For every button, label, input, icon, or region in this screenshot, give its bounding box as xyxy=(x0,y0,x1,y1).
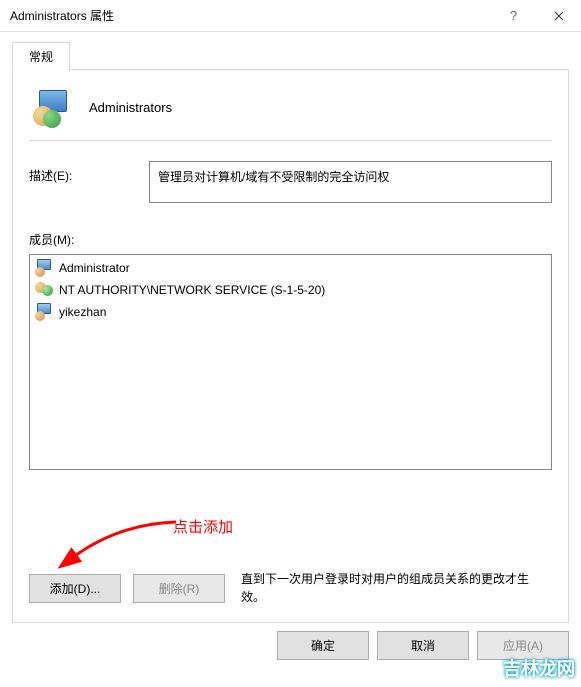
description-row: 描述(E): 管理员对计算机/域有不受限制的完全访问权 xyxy=(29,161,552,203)
members-label: 成员(M): xyxy=(29,231,552,248)
add-button[interactable]: 添加(D)... xyxy=(29,574,121,603)
apply-button[interactable]: 应用(A) xyxy=(477,631,569,660)
member-buttons-row: 添加(D)... 删除(R) 直到下一次用户登录时对用户的组成员关系的更改才生效… xyxy=(29,570,552,606)
annotation-arrow-icon xyxy=(58,514,188,574)
annotation-text: 点击添加 xyxy=(173,516,233,537)
titlebar: Administrators 属性 ? xyxy=(0,0,581,32)
remove-button[interactable]: 删除(R) xyxy=(133,574,225,603)
window-title: Administrators 属性 xyxy=(10,7,491,24)
group-icon xyxy=(33,88,71,126)
group-name: Administrators xyxy=(89,100,172,115)
user-icon xyxy=(35,303,53,321)
user-icon xyxy=(35,259,53,277)
tab-panel-general: Administrators 描述(E): 管理员对计算机/域有不受限制的完全访… xyxy=(12,69,569,623)
tab-general[interactable]: 常规 xyxy=(12,42,70,72)
cancel-button[interactable]: 取消 xyxy=(377,631,469,660)
list-item[interactable]: yikezhan xyxy=(32,301,549,323)
list-item[interactable]: Administrator xyxy=(32,257,549,279)
help-button[interactable]: ? xyxy=(491,0,536,32)
member-name: yikezhan xyxy=(59,305,106,319)
member-name: Administrator xyxy=(59,261,130,275)
ok-button[interactable]: 确定 xyxy=(277,631,369,660)
member-name: NT AUTHORITY\NETWORK SERVICE (S-1-5-20) xyxy=(59,283,325,297)
membership-note: 直到下一次用户登录时对用户的组成员关系的更改才生效。 xyxy=(237,570,552,606)
group-header: Administrators xyxy=(29,84,552,141)
close-button[interactable] xyxy=(536,0,581,32)
members-list[interactable]: Administrator NT AUTHORITY\NETWORK SERVIC… xyxy=(29,254,552,470)
users-icon xyxy=(35,281,53,299)
dialog-buttons: 确定 取消 应用(A) xyxy=(0,631,581,668)
list-item[interactable]: NT AUTHORITY\NETWORK SERVICE (S-1-5-20) xyxy=(32,279,549,301)
tab-strip: 常规 xyxy=(12,42,569,70)
description-label: 描述(E): xyxy=(29,161,139,184)
description-input[interactable]: 管理员对计算机/域有不受限制的完全访问权 xyxy=(149,161,552,203)
close-icon xyxy=(554,11,564,21)
